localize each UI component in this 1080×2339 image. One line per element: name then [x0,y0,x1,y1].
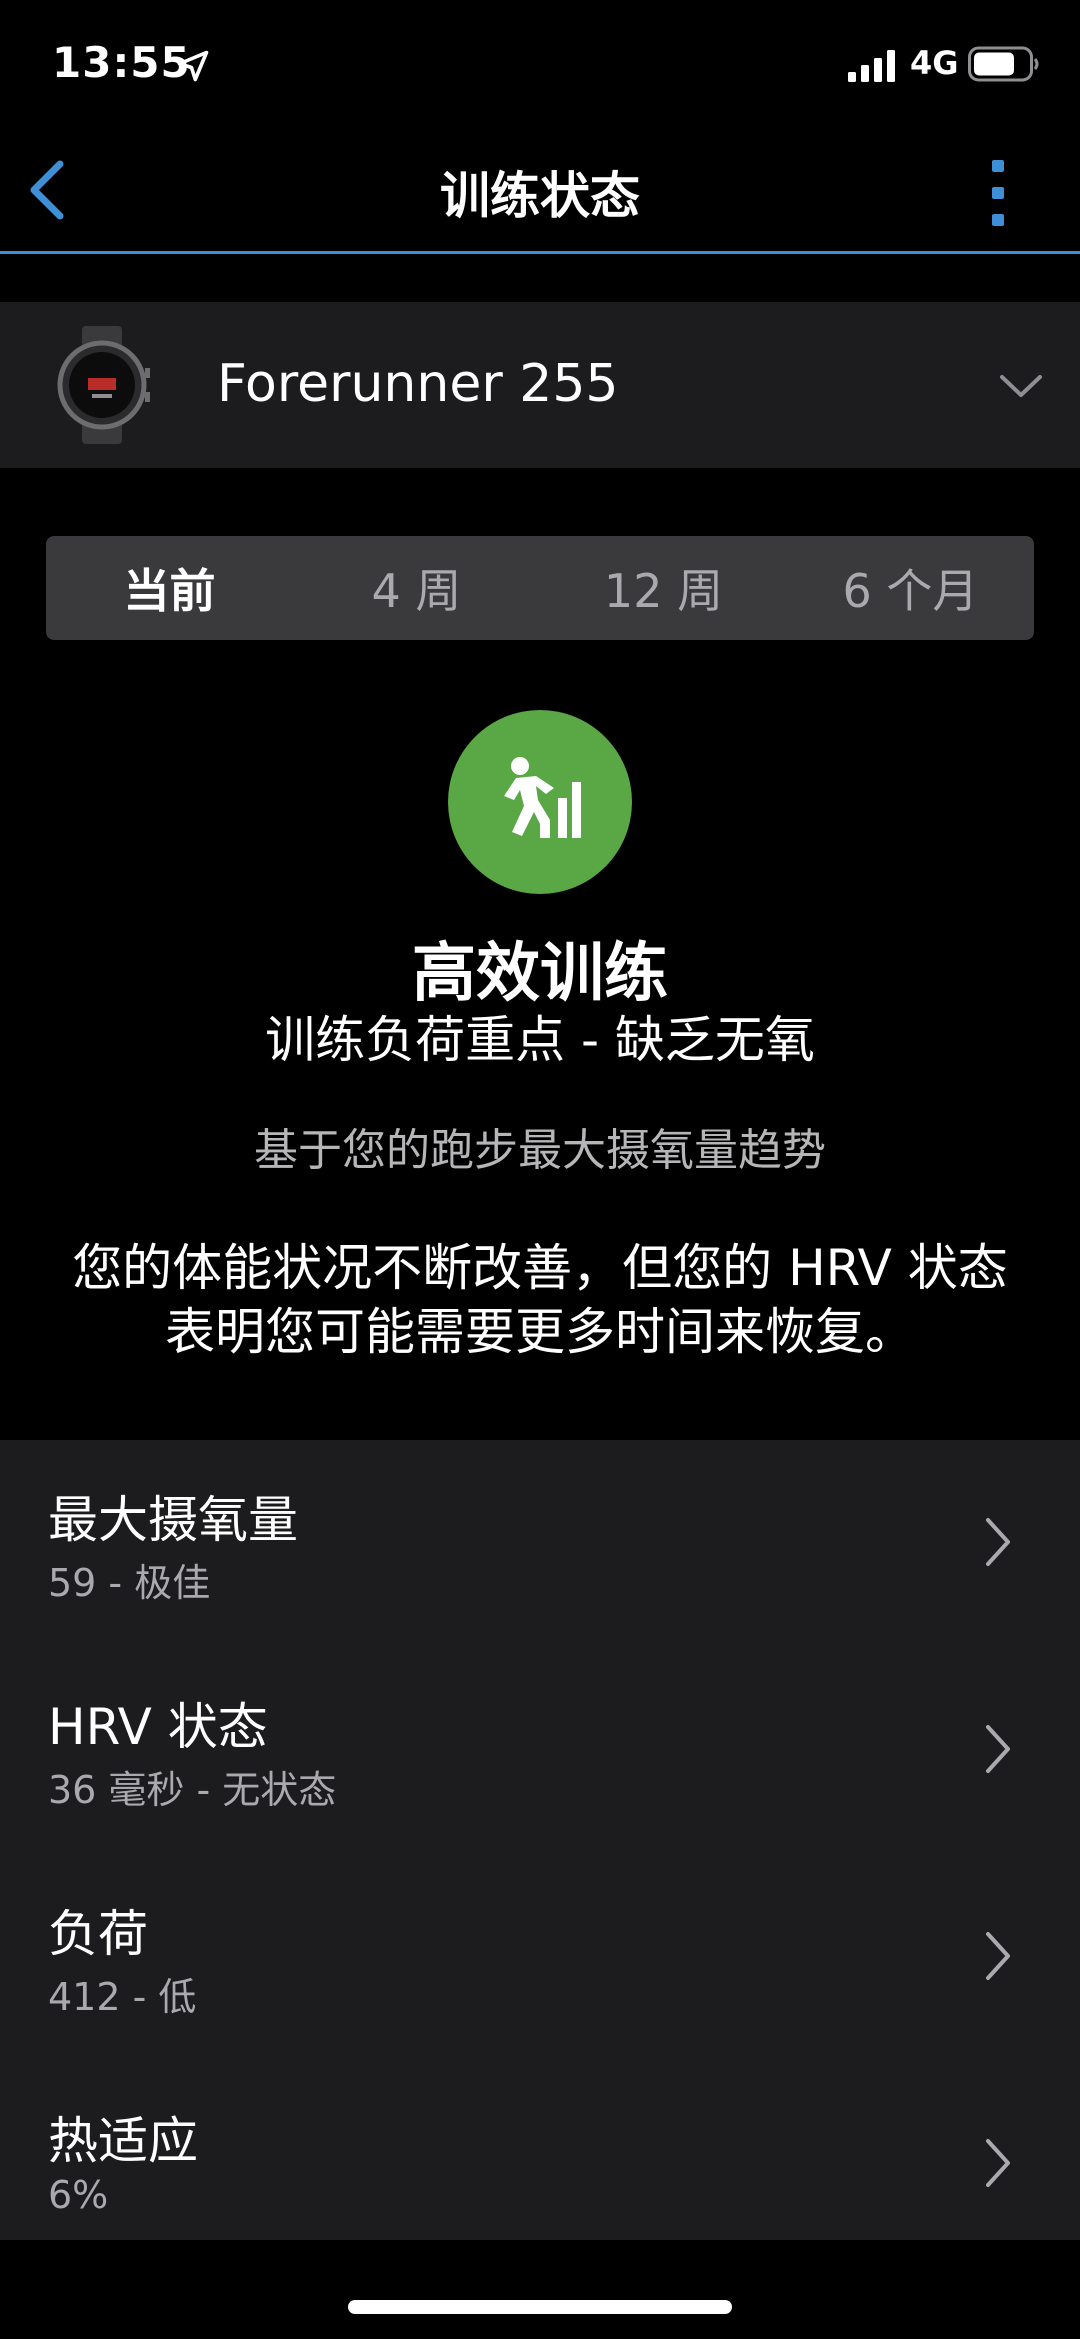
chevron-right-icon [986,1932,1010,1980]
tab-6-months[interactable]: 6 个月 [787,536,1034,640]
status-badge [448,710,632,894]
tab-4-weeks[interactable]: 4 周 [293,536,540,640]
list-item-vo2max[interactable]: 最大摄氧量 59 - 极佳 [0,1440,1080,1647]
navigation-bar: 训练状态 [0,130,1080,254]
page-title: 训练状态 [440,167,640,225]
chevron-down-icon [1000,375,1042,397]
metrics-list: 最大摄氧量 59 - 极佳 HRV 状态 36 毫秒 - 无状态 负荷 412 … [0,1440,1080,2240]
battery-icon [968,46,1039,82]
metric-title: HRV 状态 [48,1698,268,1756]
signal-icon [848,50,895,82]
runner-bars-icon [504,757,581,838]
list-item-hrv[interactable]: HRV 状态 36 毫秒 - 无状态 [0,1647,1080,1854]
chevron-right-icon [986,1518,1010,1566]
list-item-load[interactable]: 负荷 412 - 低 [0,1854,1080,2061]
list-item-heat-acclimation[interactable]: 热适应 6% [0,2061,1080,2268]
metric-value: 36 毫秒 - 无状态 [48,1768,337,1812]
chevron-right-icon [986,2139,1010,2187]
status-bar: 13:55 4G [0,0,1080,130]
metric-value: 6% [48,2173,109,2217]
watch-icon [57,326,150,444]
status-basis-text: 基于您的跑步最大摄氧量趋势 [254,1125,826,1176]
metric-title: 负荷 [48,1905,148,1963]
tab-current[interactable]: 当前 [46,536,293,640]
tab-12-weeks[interactable]: 12 周 [540,536,787,640]
home-indicator[interactable] [348,2300,732,2314]
device-selector[interactable]: Forerunner 255 [0,302,1080,468]
load-focus-text: 训练负荷重点 - 缺乏无氧 [265,1011,815,1069]
device-name: Forerunner 255 [217,354,619,414]
more-vertical-icon[interactable] [986,160,1010,226]
status-description: 您的体能状况不断改善，但您的 HRV 状态表明您可能需要更多时间来恢复。 [72,1239,1008,1361]
period-tabs: 当前 4 周 12 周 6 个月 [46,536,1034,640]
training-status-screen: 13:55 4G 训练状态 Forerunner 255 当前 4 周 12 周… [0,0,1080,2339]
network-label: 4G [910,44,959,82]
metric-value: 412 - 低 [48,1975,197,2019]
metric-title: 最大摄氧量 [48,1491,298,1549]
clock: 13:55 [52,38,191,87]
chevron-right-icon [986,1725,1010,1773]
metric-title: 热适应 [48,2112,198,2170]
location-arrow-icon [177,50,209,82]
metric-value: 59 - 极佳 [48,1561,211,1605]
